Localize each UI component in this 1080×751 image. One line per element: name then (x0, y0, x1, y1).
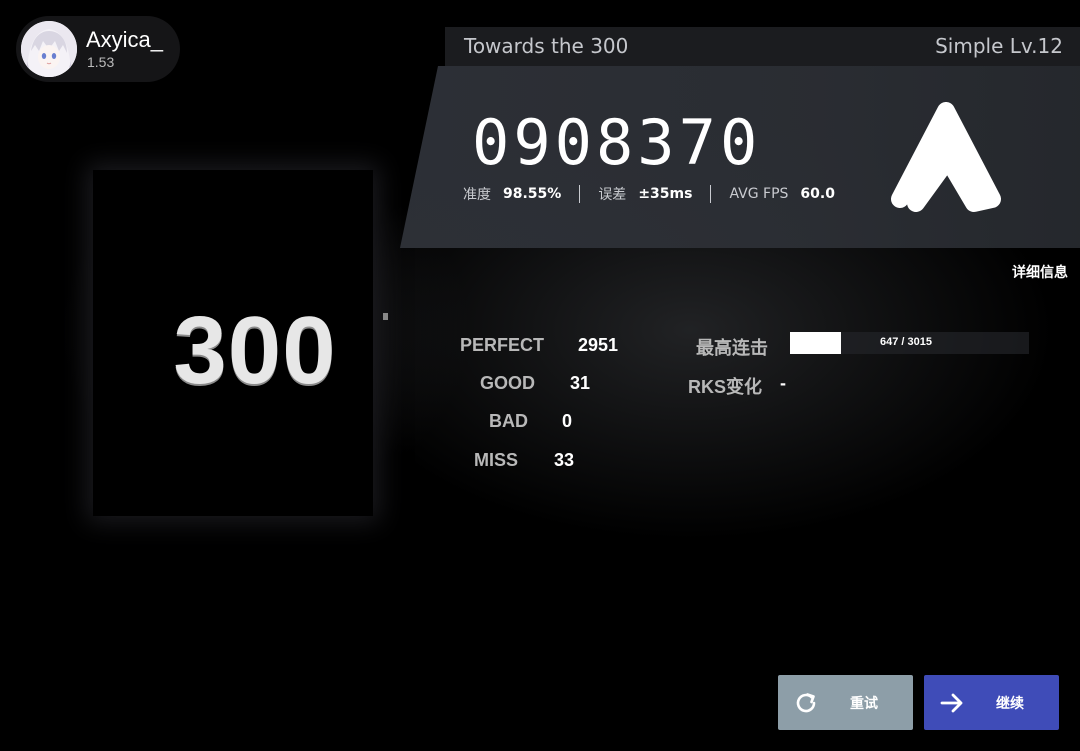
score-value: 0908370 (472, 106, 762, 179)
perfect-label: PERFECT (460, 335, 545, 355)
refresh-icon (796, 693, 816, 713)
retry-button[interactable]: 重试 (778, 675, 913, 730)
combo-progress-fill (790, 332, 841, 354)
song-header: Towards the 300 Simple Lv.12 (445, 27, 1080, 66)
combo-progress-text: 647 / 3015 (880, 336, 932, 348)
miss-label: MISS (474, 450, 519, 470)
rks-change-value: - (780, 373, 786, 393)
divider (579, 185, 581, 203)
player-rks: 1.53 (87, 54, 115, 70)
continue-label: 继续 (996, 696, 1024, 712)
avatar (21, 21, 77, 77)
player-card[interactable]: Axyica_ 1.53 (16, 16, 180, 82)
detail-info-link[interactable]: 详细信息 (1012, 262, 1068, 282)
good-count: 31 (570, 373, 591, 393)
accuracy-value: 98.55% (503, 186, 562, 202)
song-title: Towards the 300 (464, 34, 629, 58)
accuracy-label: 准度 (463, 187, 491, 203)
error-value: ±35ms (638, 186, 693, 202)
divider (710, 185, 712, 203)
song-illustration-text: 300 (173, 297, 337, 404)
song-difficulty-level: Simple Lv.12 (935, 34, 1063, 58)
max-combo-label: 最高连击 (696, 338, 768, 358)
retry-label: 重试 (850, 696, 878, 712)
rks-change-label: RKS变化 (688, 377, 763, 397)
continue-button[interactable]: 继续 (924, 675, 1059, 730)
arrow-right-icon (940, 693, 963, 713)
fps-value: 60.0 (800, 186, 835, 202)
letter-a-grade-logo (891, 102, 1001, 212)
illustration-edge-marker (383, 313, 388, 320)
perfect-count: 2951 (578, 335, 619, 355)
error-label: 误差 (598, 187, 627, 203)
player-name: Axyica_ (86, 27, 164, 52)
accuracy-stats-row: 准度 98.55% 误差 ±35ms AVG FPS 60.0 (463, 184, 835, 204)
bad-count: 0 (562, 411, 573, 431)
good-label: GOOD (480, 373, 536, 393)
miss-count: 33 (554, 450, 575, 470)
fps-label: AVG FPS (729, 186, 789, 202)
bad-label: BAD (489, 411, 528, 431)
